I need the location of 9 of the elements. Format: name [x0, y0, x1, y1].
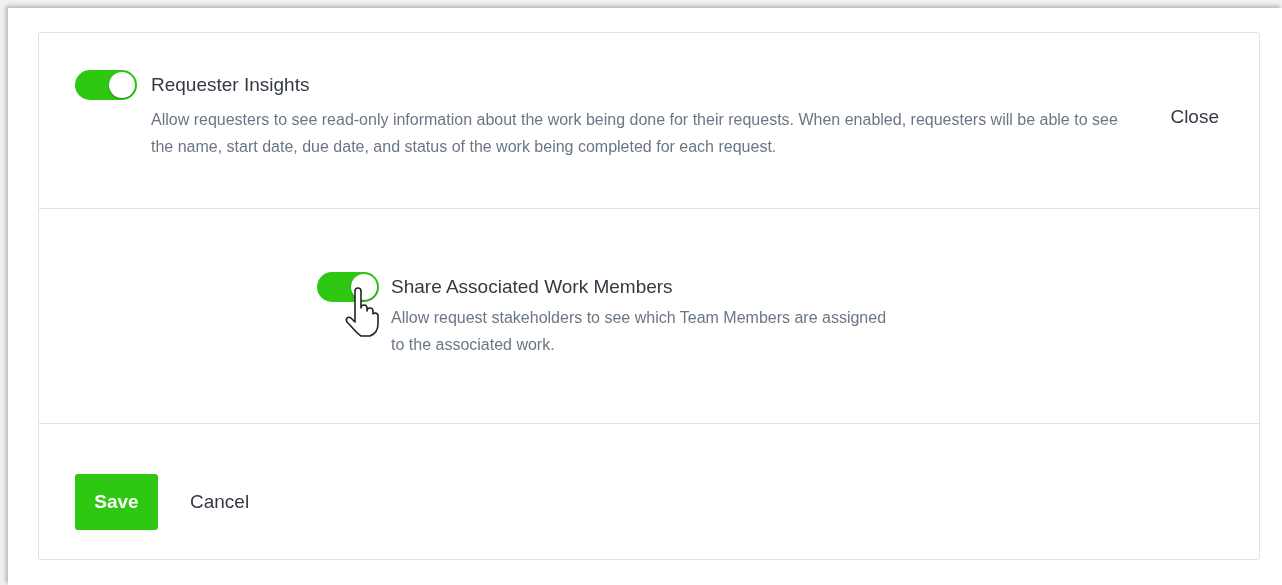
setting-title: Requester Insights [151, 73, 311, 97]
setting-description: Allow request stakeholders to see which Team Members are assigned to the associated work. [391, 308, 888, 355]
setting-description: Allow requesters to see read-only information about the work being done for their requests. When enabled, requesters will be able to see the name, start date, due date, and status of the work being completed for each request. [151, 110, 1119, 157]
toggle-switch[interactable] [317, 272, 379, 302]
close-link[interactable]: Close [1170, 106, 1219, 128]
setting-title: Share Associated Work Members [391, 275, 674, 299]
cancel-button[interactable]: Cancel [190, 490, 250, 513]
hand-cursor-icon [343, 287, 379, 337]
toggle-switch[interactable] [75, 70, 137, 100]
